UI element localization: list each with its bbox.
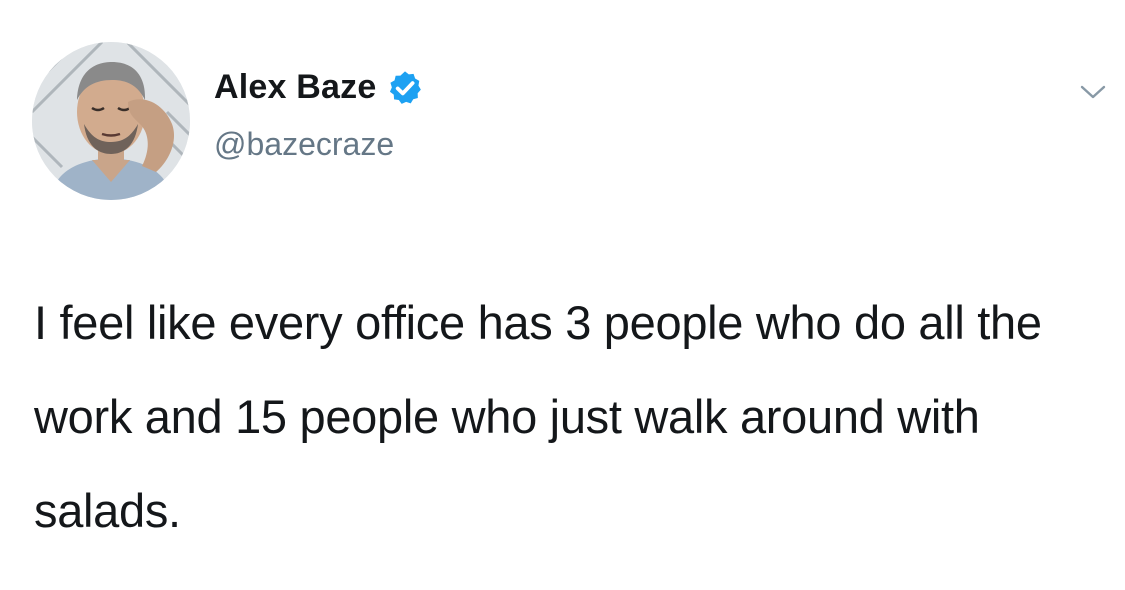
verified-badge-icon (386, 69, 424, 107)
author-name-row[interactable]: Alex Baze (214, 68, 424, 107)
avatar-photo (32, 42, 190, 200)
tweet-card: Alex Baze @bazecraze I feel like every o… (0, 0, 1125, 590)
author-display-name[interactable]: Alex Baze (214, 68, 376, 107)
chevron-down-icon[interactable] (1078, 80, 1108, 104)
author-avatar[interactable] (32, 42, 190, 200)
author-handle[interactable]: @bazecraze (214, 126, 394, 163)
tweet-text: I feel like every office has 3 people wh… (34, 296, 1042, 537)
